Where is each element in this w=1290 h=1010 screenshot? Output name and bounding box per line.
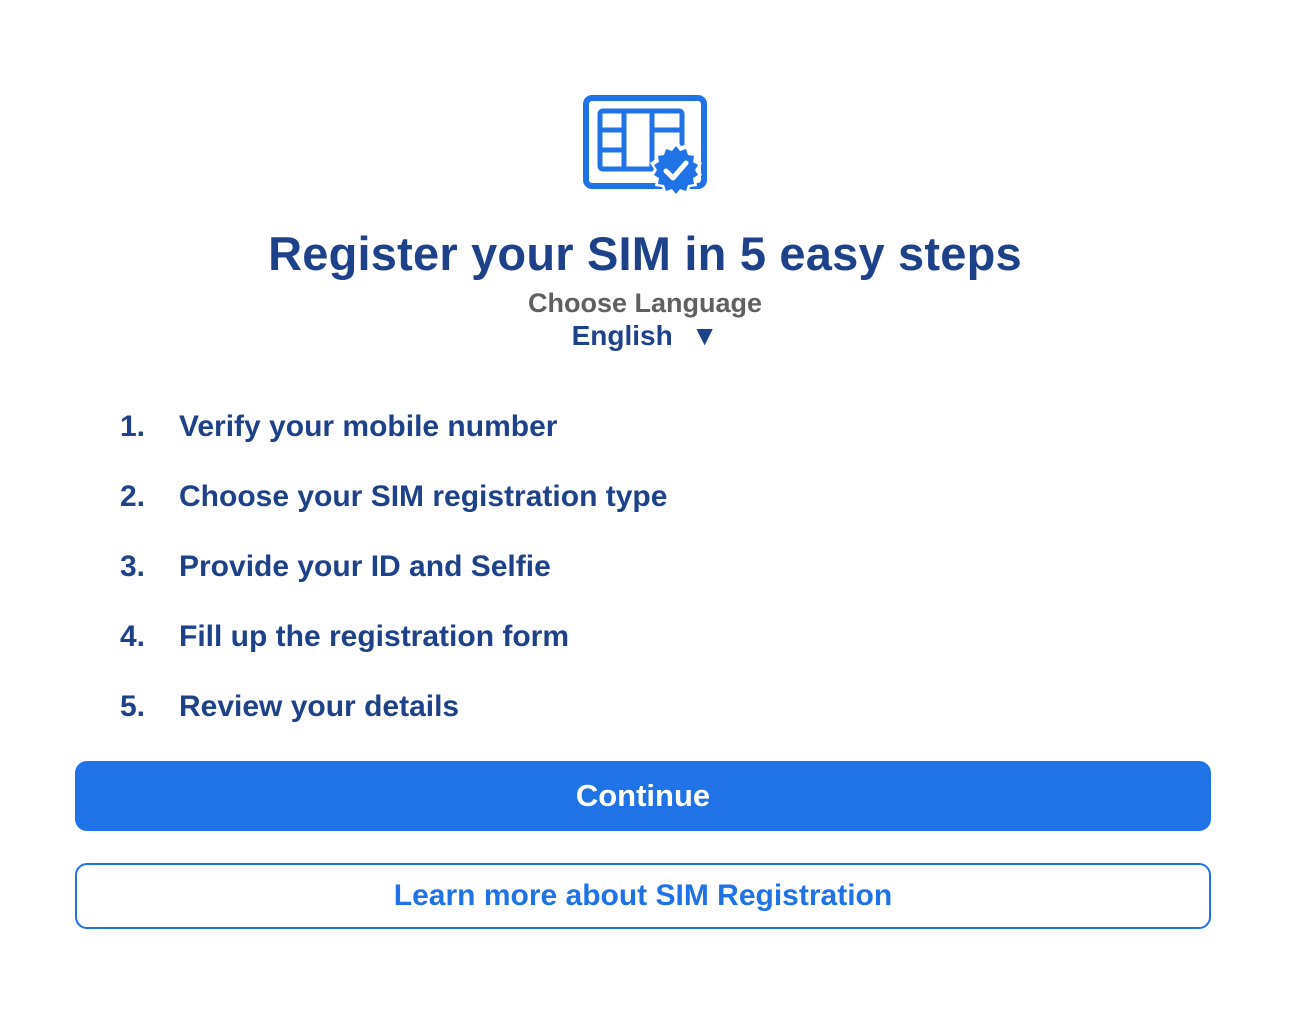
learn-more-button[interactable]: Learn more about SIM Registration [75, 863, 1211, 929]
step-text: Verify your mobile number [179, 410, 558, 443]
step-item: 5. Review your details [120, 672, 1180, 742]
step-text: Provide your ID and Selfie [179, 550, 551, 583]
step-item: 4. Fill up the registration form [120, 602, 1180, 672]
step-item: 1. Verify your mobile number [120, 392, 1180, 462]
step-item: 2. Choose your SIM registration type [120, 462, 1180, 532]
language-dropdown[interactable]: English ▼ [0, 318, 1290, 354]
step-number: 5. [120, 690, 146, 723]
page-title: Register your SIM in 5 easy steps [268, 227, 1022, 280]
caret-down-icon: ▼ [690, 320, 719, 351]
step-number: 2. [120, 480, 146, 513]
step-item: 3. Provide your ID and Selfie [120, 532, 1180, 602]
language-label: Choose Language [527, 288, 763, 318]
step-number: 3. [120, 550, 146, 583]
language-selected-value: English [571, 320, 673, 351]
step-number: 1. [120, 410, 146, 443]
step-number: 4. [120, 620, 146, 653]
step-text: Fill up the registration form [179, 620, 570, 653]
continue-button[interactable]: Continue [75, 761, 1211, 831]
sim-card-verified-icon [582, 94, 710, 206]
step-text: Choose your SIM registration type [179, 480, 668, 513]
steps-list: 1. Verify your mobile number 2. Choose y… [120, 392, 1180, 742]
step-text: Review your details [179, 690, 460, 723]
